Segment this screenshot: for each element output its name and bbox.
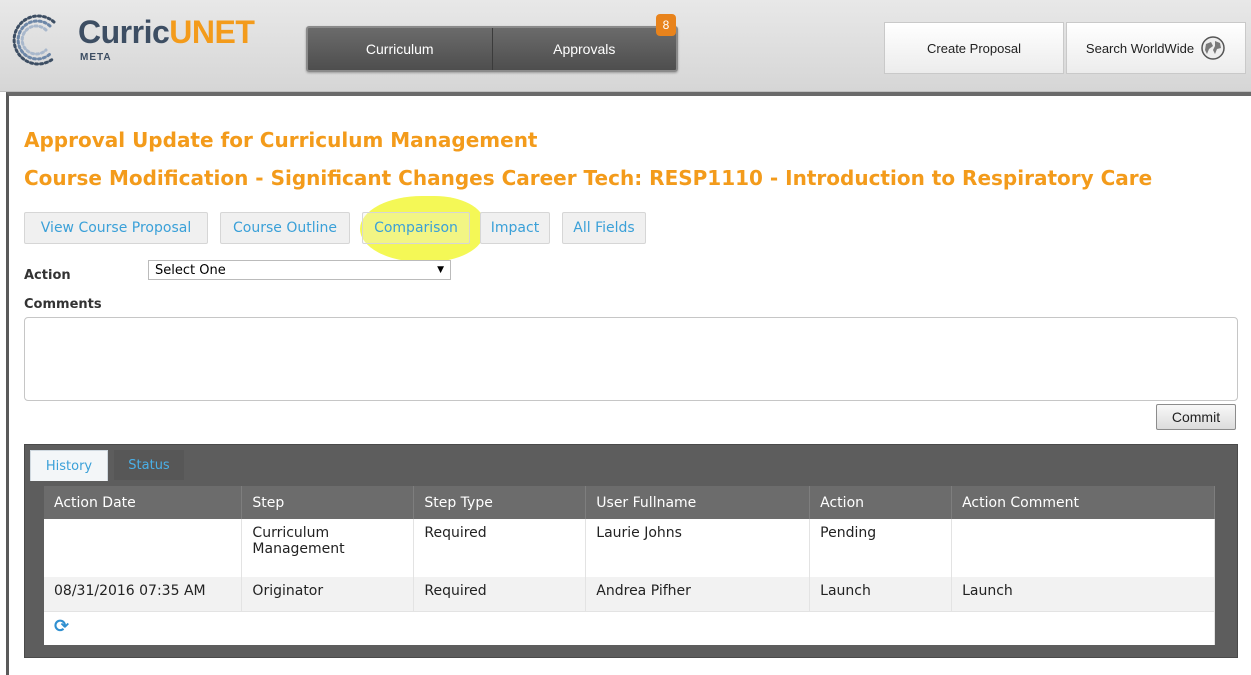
- approvals-count-badge: 8: [656, 14, 676, 36]
- table-cell: Curriculum Management: [241, 519, 415, 577]
- search-worldwide-button[interactable]: Search WorldWide: [1066, 22, 1246, 74]
- app-header: CurricUNET META Curriculum Approvals 8 C…: [0, 0, 1251, 92]
- nav-curriculum[interactable]: Curriculum: [308, 28, 492, 70]
- table-cell: Laurie Johns: [585, 519, 811, 577]
- history-table: Action Date Step Step Type User Fullname…: [44, 486, 1215, 645]
- logo-subtitle: META: [80, 52, 112, 63]
- column-header[interactable]: Action: [809, 486, 953, 519]
- table-cell: Andrea Pifher: [585, 577, 811, 611]
- table-footer: ⟳: [44, 610, 1215, 645]
- create-proposal-button[interactable]: Create Proposal: [884, 22, 1064, 74]
- table-cell: Launch: [951, 577, 1215, 611]
- curricunet-logo[interactable]: CurricUNET META: [10, 8, 270, 76]
- search-worldwide-label: Search WorldWide: [1085, 40, 1195, 56]
- table-header-row: Action Date Step Step Type User Fullname…: [44, 486, 1215, 519]
- table-cell: Pending: [809, 519, 953, 577]
- action-label: Action: [24, 268, 71, 283]
- course-outline-button[interactable]: Course Outline: [220, 212, 350, 244]
- table-cell: [951, 519, 1215, 577]
- all-fields-button[interactable]: All Fields: [562, 212, 646, 244]
- table-footer-row: ⟳: [44, 610, 1215, 645]
- chevron-down-icon: ▼: [437, 265, 444, 275]
- comments-label: Comments: [24, 297, 102, 312]
- table-cell: Required: [413, 577, 587, 611]
- view-course-proposal-button[interactable]: View Course Proposal: [24, 212, 208, 244]
- table-row: 08/31/2016 07:35 AM Originator Required …: [44, 577, 1215, 611]
- table-cell: Launch: [809, 577, 953, 611]
- logo-mark-icon: [12, 14, 56, 66]
- column-header[interactable]: Step: [241, 486, 415, 519]
- column-header[interactable]: User Fullname: [585, 486, 811, 519]
- column-header[interactable]: Step Type: [413, 486, 587, 519]
- action-select-value: Select One: [155, 262, 226, 278]
- column-header[interactable]: Action Comment: [951, 486, 1215, 519]
- table-cell: [44, 519, 243, 577]
- comparison-button[interactable]: Comparison: [362, 212, 470, 244]
- refresh-icon[interactable]: ⟳: [54, 616, 69, 637]
- page-title: Approval Update for Curriculum Managemen…: [24, 128, 538, 152]
- table-cell: 08/31/2016 07:35 AM: [44, 577, 243, 611]
- table-cell: Required: [413, 519, 587, 577]
- globe-icon: [1201, 36, 1225, 60]
- table-cell: Originator: [241, 577, 415, 611]
- impact-button[interactable]: Impact: [480, 212, 550, 244]
- column-header[interactable]: Action Date: [44, 486, 243, 519]
- tab-status[interactable]: Status: [114, 450, 184, 480]
- tab-history[interactable]: History: [30, 450, 108, 481]
- nav-approvals[interactable]: Approvals: [491, 28, 677, 70]
- page-subtitle: Course Modification - Significant Change…: [24, 166, 1153, 190]
- logo-text: CurricUNET: [78, 14, 255, 50]
- commit-button[interactable]: Commit: [1156, 404, 1236, 430]
- action-select[interactable]: Select One ▼: [148, 260, 451, 280]
- table-row: Curriculum Management Required Laurie Jo…: [44, 519, 1215, 577]
- comments-textarea[interactable]: [24, 317, 1238, 401]
- top-navigation: Curriculum Approvals: [306, 26, 678, 72]
